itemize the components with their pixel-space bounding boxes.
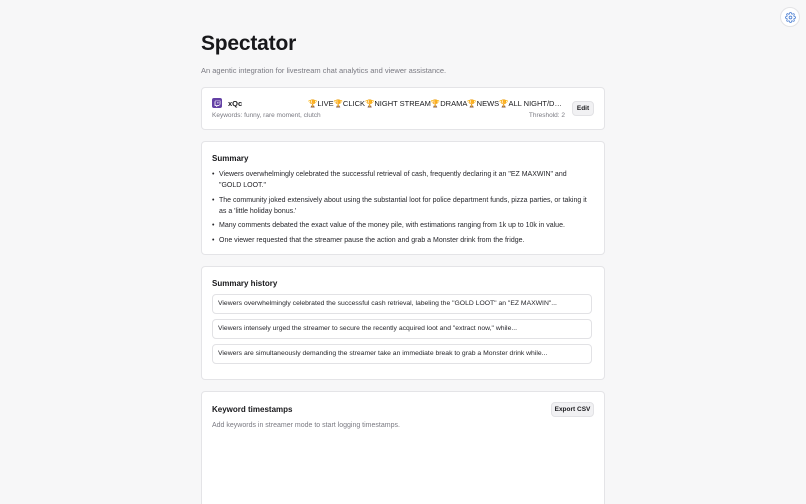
summary-bullet: One viewer requested that the streamer p…: [212, 235, 587, 246]
history-item[interactable]: Viewers are simultaneously demanding the…: [212, 344, 592, 364]
settings-button[interactable]: [780, 7, 800, 27]
page-title: Spectator: [201, 32, 297, 55]
history-item[interactable]: Viewers overwhelmingly celebrated the su…: [212, 294, 592, 314]
summary-list: Viewers overwhelmingly celebrated the su…: [212, 169, 587, 249]
summary-history-list[interactable]: Viewers overwhelmingly celebrated the su…: [212, 294, 592, 369]
keyword-timestamps-card: Keyword timestamps Export CSV Add keywor…: [201, 391, 605, 504]
summary-heading: Summary: [212, 154, 249, 163]
channel-card: xQc 🏆LIVE🏆CLICK🏆NIGHT STREAM🏆DRAMA🏆NEWS🏆…: [201, 87, 605, 130]
channel-name: xQc: [228, 99, 243, 108]
export-csv-button[interactable]: Export CSV: [551, 402, 594, 417]
summary-bullet: The community joked extensively about us…: [212, 195, 587, 217]
keyword-timestamps-empty-text: Add keywords in streamer mode to start l…: [212, 422, 400, 429]
summary-card: Summary Viewers overwhelmingly celebrate…: [201, 141, 605, 255]
stream-title: 🏆LIVE🏆CLICK🏆NIGHT STREAM🏆DRAMA🏆NEWS🏆ALL …: [308, 99, 566, 108]
twitch-icon: [212, 98, 222, 108]
edit-button[interactable]: Edit: [572, 101, 594, 116]
channel-keywords: Keywords: funny, rare moment, clutch: [212, 112, 321, 119]
summary-bullet: Many comments debated the exact value of…: [212, 220, 587, 231]
summary-history-heading: Summary history: [212, 279, 278, 288]
summary-history-card: Summary history Viewers overwhelmingly c…: [201, 266, 605, 380]
channel-threshold: Threshold: 2: [528, 112, 565, 119]
gear-icon: [784, 11, 796, 23]
page-subtitle: An agentic integration for livestream ch…: [201, 66, 447, 75]
summary-bullet: Viewers overwhelmingly celebrated the su…: [212, 169, 587, 191]
history-item[interactable]: Viewers intensely urged the streamer to …: [212, 319, 592, 339]
keyword-timestamps-heading: Keyword timestamps: [212, 405, 293, 414]
